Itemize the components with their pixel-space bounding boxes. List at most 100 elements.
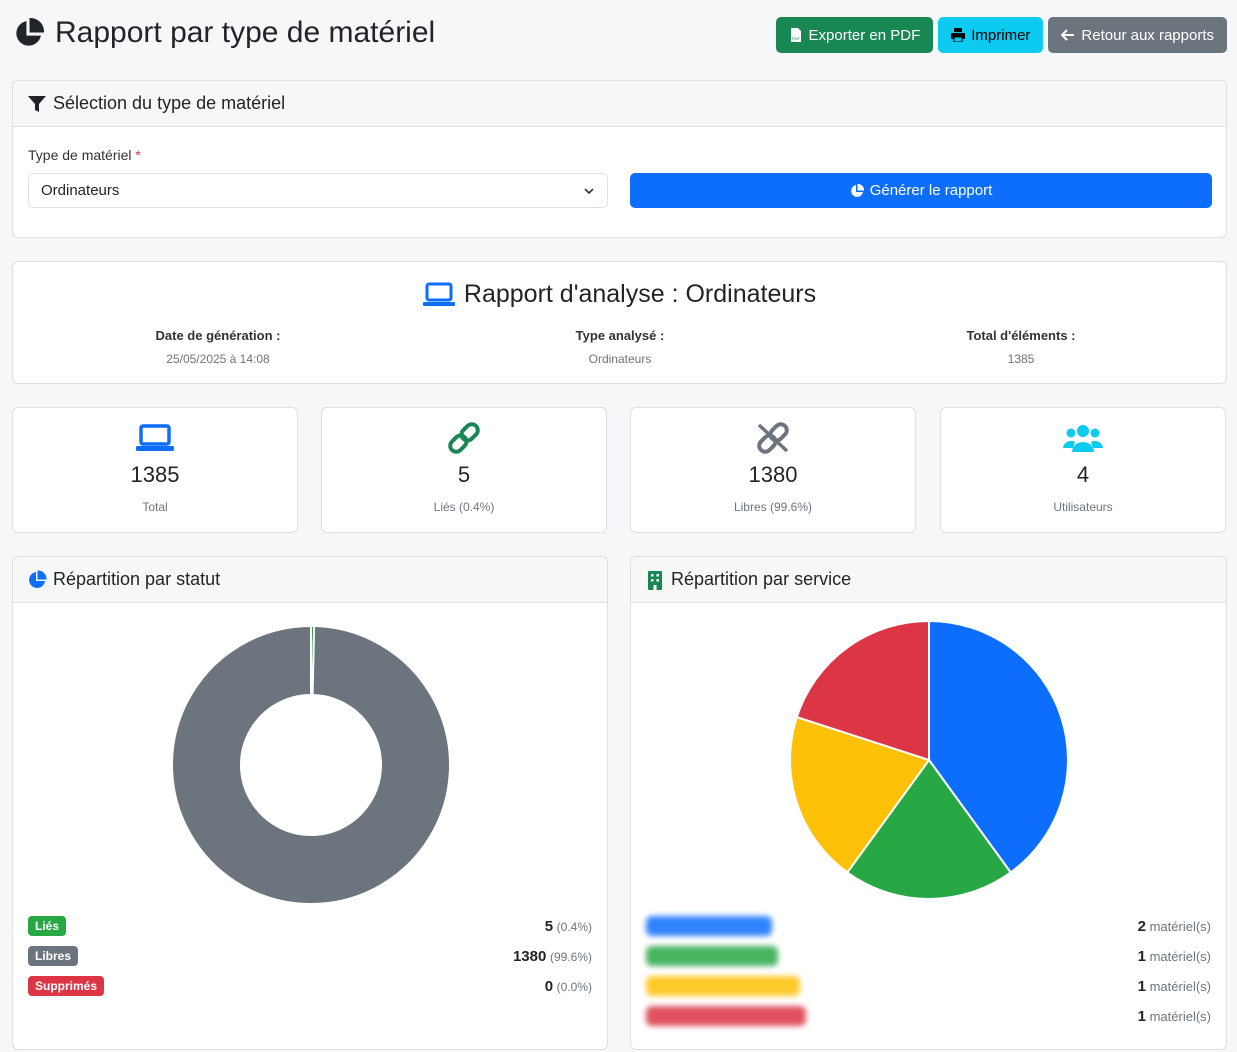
meta-value: 1385 — [1007, 352, 1035, 366]
legend-pct: (0.0%) — [556, 979, 592, 994]
stat-label: Total — [142, 500, 168, 514]
type-field-label: Type de matériel * — [28, 147, 141, 163]
required-mark: * — [135, 147, 141, 163]
legend-value: 1380 (99.6%) — [513, 948, 592, 965]
legend-row-deleted: Supprimés 0 (0.0%) — [28, 976, 592, 996]
meta-label: Total d'éléments : — [966, 328, 1076, 343]
legend-value: 1 matériel(s) — [1138, 948, 1211, 965]
type-select[interactable]: Ordinateurs — [28, 173, 608, 208]
back-button[interactable]: Retour aux rapports — [1048, 17, 1227, 53]
arrow-left-icon — [1061, 29, 1075, 41]
printer-icon — [951, 28, 966, 42]
link-icon — [448, 422, 480, 454]
generate-report-label: Générer le rapport — [869, 182, 993, 199]
service-card-header: Répartition par service — [631, 557, 1226, 603]
meta-generation-date: Date de génération : 25/05/2025 à 14:08 — [68, 328, 368, 366]
stat-card-linked: 5 Liés (0.4%) — [321, 407, 607, 533]
report-title-text: Rapport d'analyse : Ordinateurs — [463, 280, 817, 308]
status-header-text: Répartition par statut — [53, 569, 221, 589]
service-badge-redacted — [646, 946, 778, 966]
meta-analyzed-type: Type analysé : Ordinateurs — [470, 328, 770, 366]
legend-count: 1 — [1137, 1007, 1146, 1025]
stat-value: 1385 — [130, 462, 180, 487]
print-label: Imprimer — [971, 26, 1031, 44]
legend-unit: matériel(s) — [1149, 918, 1211, 934]
service-badge-redacted — [646, 976, 800, 996]
selection-card: Sélection du type de matériel Type de ma… — [12, 80, 1227, 238]
legend-value: 5 (0.4%) — [545, 918, 592, 935]
filter-icon — [28, 95, 46, 112]
legend-count: 1 — [1137, 977, 1146, 995]
legend-pct: (99.6%) — [549, 949, 592, 964]
status-card-header: Répartition par statut — [13, 557, 607, 603]
meta-label: Type analysé : — [575, 328, 665, 343]
building-icon — [648, 570, 662, 590]
stat-value: 5 — [457, 462, 471, 487]
file-pdf-icon: PDF — [790, 28, 801, 42]
back-label: Retour aux rapports — [1081, 26, 1214, 44]
legend-count: 0 — [544, 977, 554, 995]
stat-value: 1380 — [748, 462, 798, 487]
unlink-icon — [757, 422, 789, 454]
chevron-down-icon — [584, 187, 594, 194]
status-slice-1[interactable] — [171, 624, 451, 904]
pie-chart-icon — [16, 17, 45, 46]
stat-value: 4 — [1076, 462, 1090, 487]
stat-label: Utilisateurs — [1053, 500, 1113, 514]
export-pdf-button[interactable]: PDF Exporter en PDF — [775, 17, 934, 53]
service-legend-row: 1 matériel(s) — [646, 946, 1211, 966]
meta-value: Ordinateurs — [588, 352, 652, 366]
legend-row-free: Libres 1380 (99.6%) — [28, 946, 592, 966]
stat-label: Libres (99.6%) — [733, 500, 813, 514]
meta-value: 25/05/2025 à 14:08 — [166, 352, 270, 366]
svg-text:PDF: PDF — [792, 36, 801, 41]
legend-row-linked: Liés 5 (0.4%) — [28, 916, 592, 936]
badge-linked: Liés — [28, 916, 67, 936]
header-actions: PDF Exporter en PDF Imprimer Retour aux … — [775, 17, 1227, 53]
pie-chart-icon — [850, 183, 864, 197]
service-distribution-card: Répartition par service 2 matériel(s) 1 … — [630, 556, 1227, 1050]
stat-label: Liés (0.4%) — [433, 500, 495, 514]
legend-count: 5 — [544, 917, 554, 935]
legend-value: 2 matériel(s) — [1138, 918, 1211, 935]
type-field-label-text: Type de matériel — [28, 147, 132, 163]
stat-card-total: 1385 Total — [12, 407, 298, 533]
legend-unit: matériel(s) — [1149, 978, 1211, 994]
pie-chart-icon — [29, 569, 47, 588]
stat-card-users: 4 Utilisateurs — [940, 407, 1226, 533]
selection-card-header: Sélection du type de matériel — [13, 81, 1226, 127]
status-doughnut-chart — [171, 624, 451, 904]
legend-value: 1 matériel(s) — [1138, 1008, 1211, 1025]
legend-unit: matériel(s) — [1149, 948, 1211, 964]
service-header-text: Répartition par service — [671, 569, 852, 589]
page-header: Rapport par type de matériel PDF Exporte… — [12, 14, 1227, 58]
meta-total-elements: Total d'éléments : 1385 — [871, 328, 1171, 366]
print-button[interactable]: Imprimer — [938, 17, 1044, 53]
service-legend-row: 2 matériel(s) — [646, 916, 1211, 936]
legend-value: 1 matériel(s) — [1138, 978, 1211, 995]
service-legend-row: 1 matériel(s) — [646, 1006, 1211, 1026]
badge-free: Libres — [28, 946, 79, 966]
service-legend-row: 1 matériel(s) — [646, 976, 1211, 996]
status-distribution-card: Répartition par statut Liés 5 (0.4%) Lib… — [12, 556, 608, 1050]
legend-count: 1380 — [512, 947, 547, 965]
badge-deleted: Supprimés — [28, 976, 105, 996]
legend-unit: matériel(s) — [1149, 1008, 1211, 1024]
laptop-icon — [422, 282, 455, 306]
meta-label: Date de génération : — [155, 328, 281, 343]
service-pie-chart — [789, 619, 1069, 900]
legend-count: 1 — [1137, 947, 1146, 965]
legend-count: 2 — [1137, 917, 1146, 935]
service-badge-redacted — [646, 916, 772, 936]
page-title: Rapport par type de matériel — [12, 16, 435, 50]
legend-pct: (0.4%) — [556, 919, 592, 934]
type-select-value: Ordinateurs — [41, 182, 120, 199]
generate-report-button[interactable]: Générer le rapport — [630, 173, 1212, 208]
report-title: Rapport d'analyse : Ordinateurs — [13, 280, 1226, 309]
stat-card-free: 1380 Libres (99.6%) — [630, 407, 916, 533]
service-badge-redacted — [646, 1006, 806, 1026]
legend-value: 0 (0.0%) — [545, 978, 592, 995]
export-pdf-label: Exporter en PDF — [808, 26, 921, 44]
laptop-icon — [136, 424, 174, 451]
selection-header-text: Sélection du type de matériel — [53, 93, 286, 113]
